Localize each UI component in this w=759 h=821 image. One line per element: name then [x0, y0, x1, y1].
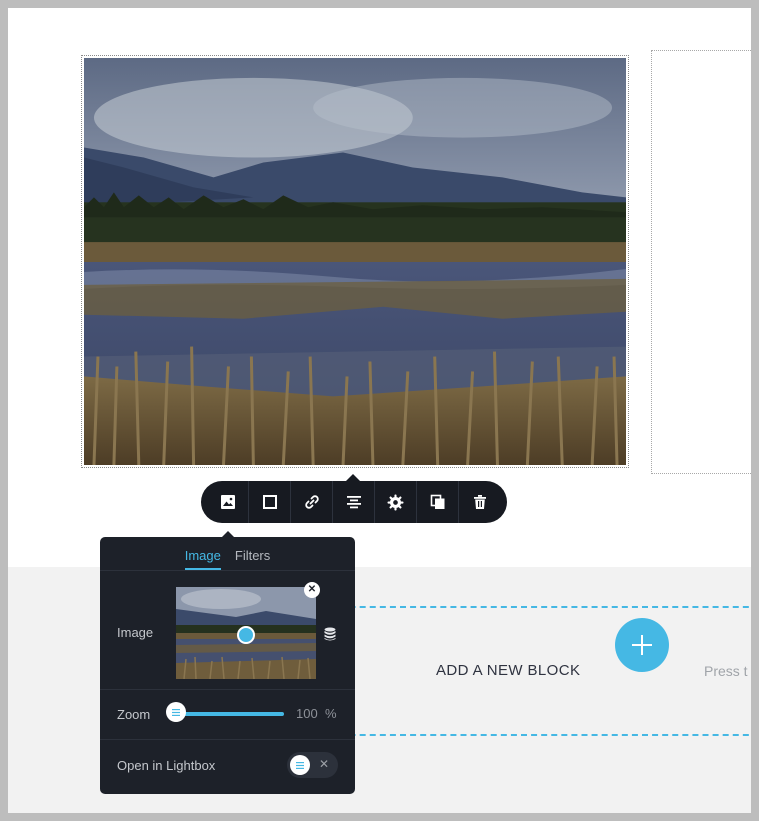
align-center-icon: [346, 496, 361, 509]
panel-tabs: Image Filters: [100, 537, 355, 571]
plus-icon: [632, 635, 652, 655]
settings-tool-button[interactable]: [375, 481, 417, 523]
add-block-button[interactable]: [615, 618, 669, 672]
zoom-slider-handle[interactable]: [166, 702, 186, 722]
toggle-off-icon: ✕: [319, 757, 330, 771]
image-settings-panel: Image Filters Image ✕ Zoom 100 % Open in…: [100, 537, 355, 794]
link-icon: [304, 495, 319, 509]
tab-filters[interactable]: Filters: [235, 548, 270, 570]
zoom-row: Zoom 100 %: [100, 690, 355, 740]
image-toolbar: [201, 481, 507, 523]
delete-tool-button[interactable]: [459, 481, 501, 523]
zoom-slider-fill: [178, 712, 284, 716]
zoom-slider[interactable]: [178, 712, 284, 716]
image-icon: [220, 495, 235, 509]
focal-point-handle[interactable]: [237, 626, 255, 644]
grip-icon: [172, 708, 180, 716]
database-icon: [324, 627, 336, 641]
add-block-label: ADD A NEW BLOCK: [436, 662, 581, 679]
image-row-label: Image: [117, 625, 154, 640]
media-library-button[interactable]: [324, 627, 336, 644]
link-tool-button[interactable]: [291, 481, 333, 523]
tab-image[interactable]: Image: [184, 548, 221, 570]
add-block-hint: Press t: [704, 663, 748, 679]
trash-icon: [474, 495, 486, 509]
zoom-unit: %: [325, 706, 337, 721]
landscape-photo: [84, 58, 626, 465]
copy-icon: [430, 494, 444, 509]
zoom-row-label: Zoom: [117, 707, 151, 722]
zoom-value[interactable]: 100: [296, 706, 318, 721]
lightbox-row-label: Open in Lightbox: [117, 758, 216, 773]
page-canvas: ADD A NEW BLOCK Press t Image Filters Im…: [8, 8, 751, 813]
adjacent-block-placeholder[interactable]: [651, 50, 751, 474]
lightbox-toggle[interactable]: ✕: [287, 752, 338, 778]
image-tool-button[interactable]: [207, 481, 249, 523]
image-block[interactable]: [81, 55, 629, 468]
duplicate-tool-button[interactable]: [417, 481, 459, 523]
grip-icon: [296, 761, 304, 769]
align-tool-button[interactable]: [333, 481, 375, 523]
toolbar-pointer: [346, 474, 360, 481]
lightbox-row: Open in Lightbox ✕: [100, 740, 355, 794]
square-icon: [262, 495, 277, 509]
border-tool-button[interactable]: [249, 481, 291, 523]
gear-icon: [387, 494, 404, 510]
close-icon: ✕: [307, 584, 317, 595]
image-row: Image ✕: [100, 571, 355, 690]
remove-image-button[interactable]: ✕: [304, 582, 320, 598]
toggle-knob: [290, 755, 310, 775]
